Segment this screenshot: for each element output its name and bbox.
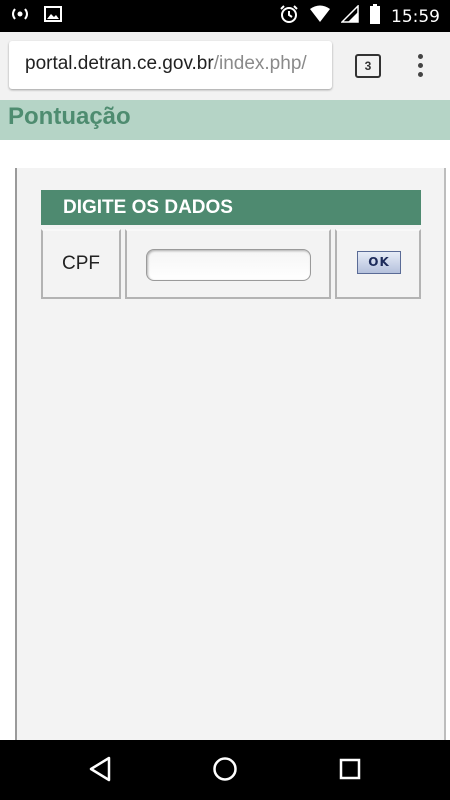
- url-host: portal.detran.ce.gov.br: [25, 53, 214, 74]
- url-path: /index.php/: [213, 53, 307, 74]
- form-header: DIGITE OS DADOS: [41, 190, 421, 225]
- page-title: Pontuação: [8, 103, 131, 130]
- cpf-input-cell: [125, 229, 331, 299]
- home-icon[interactable]: [211, 755, 239, 788]
- status-bar: 15:59: [0, 0, 450, 32]
- cpf-label-cell: CPF: [41, 229, 121, 299]
- back-icon[interactable]: [87, 755, 113, 788]
- cpf-label: CPF: [62, 253, 100, 274]
- battery-icon: [369, 4, 381, 29]
- address-bar[interactable]: portal.detran.ce.gov.br/index.php/: [9, 41, 332, 89]
- signal-icon: [340, 4, 359, 28]
- wifi-icon: [309, 5, 331, 28]
- tab-switcher-button[interactable]: 3: [355, 54, 381, 78]
- ok-button[interactable]: OK: [357, 251, 401, 274]
- overflow-menu-icon[interactable]: [408, 52, 432, 80]
- image-icon: [44, 6, 62, 27]
- navigation-bar: [0, 740, 450, 800]
- clock: 15:59: [391, 6, 440, 27]
- content-panel: DIGITE OS DADOS CPF OK: [15, 168, 446, 740]
- broadcast-icon: [10, 6, 30, 27]
- ok-button-cell: OK: [335, 229, 421, 299]
- browser-toolbar: portal.detran.ce.gov.br/index.php/ 3: [0, 32, 450, 101]
- alarm-icon: [279, 4, 299, 29]
- cpf-input[interactable]: [146, 249, 311, 281]
- page-header: Pontuação: [0, 100, 450, 140]
- url-text[interactable]: portal.detran.ce.gov.br/index.php/: [25, 53, 307, 75]
- recents-icon[interactable]: [337, 755, 363, 788]
